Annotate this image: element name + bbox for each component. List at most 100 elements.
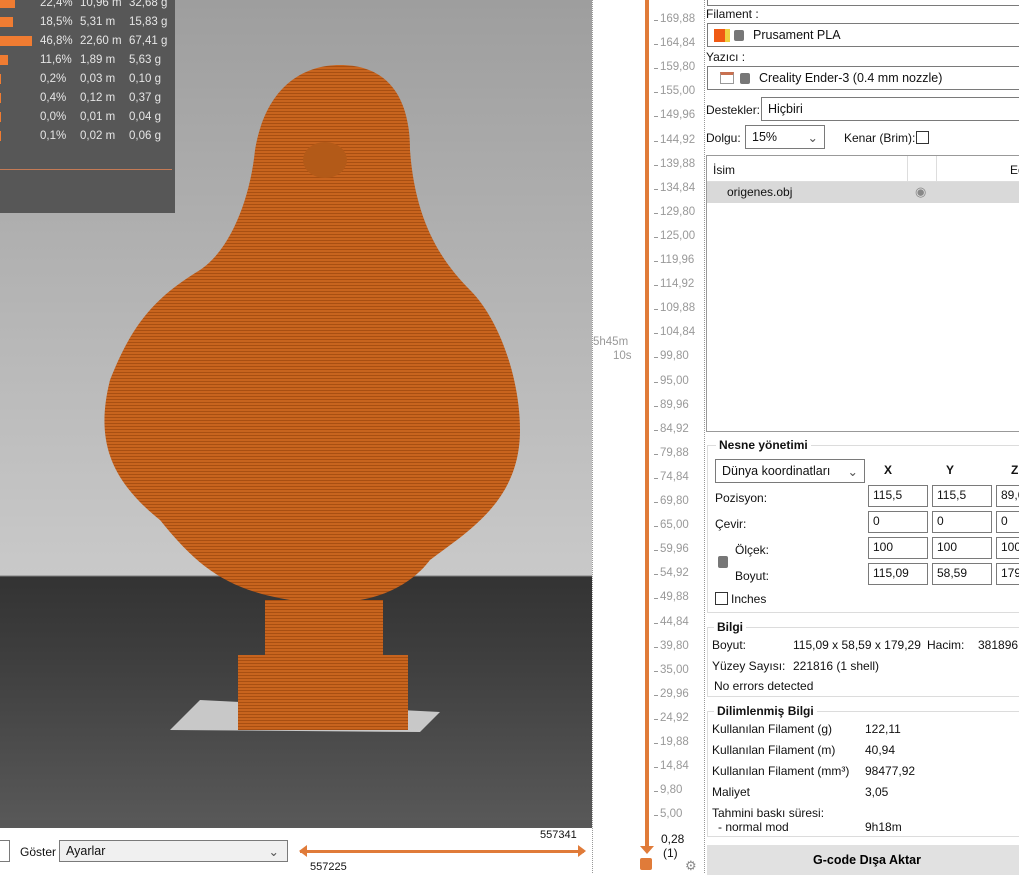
legend-bar	[0, 131, 1, 141]
legend-panel: 22,4% 10,96 m 32,68 g 18,5% 5,31 m 15,83 g 46,…	[0, 0, 175, 213]
sliced-label: Kullanılan Filament (m)	[712, 743, 836, 757]
scale-z-input[interactable]: 100	[996, 537, 1019, 559]
lock-icon[interactable]	[718, 556, 728, 568]
legend-percent: 18,5%	[40, 16, 73, 28]
layer-tick-label: 134,84	[653, 181, 696, 194]
chevron-down-icon: ⌄	[268, 844, 279, 859]
column-visibility[interactable]	[907, 156, 937, 182]
layer-tick-label: 74,84	[654, 470, 689, 483]
size-y-input[interactable]: 58,59	[932, 563, 992, 585]
lock-icon	[740, 72, 750, 84]
brim-label: Kenar (Brim):	[844, 131, 916, 145]
legend-weight: 15,83 g	[129, 16, 168, 28]
info-volume-label: Hacim:	[927, 638, 965, 652]
slider-left-handle[interactable]	[299, 845, 307, 857]
position-y-input[interactable]: 115,5	[932, 485, 992, 507]
infill-select[interactable]: 15% ⌄	[745, 125, 825, 149]
position-label: Pozisyon:	[715, 491, 768, 505]
inches-checkbox[interactable]	[715, 592, 728, 605]
coordinates-select[interactable]: Dünya koordinatları ⌄	[715, 459, 865, 483]
position-z-input[interactable]: 89,6	[996, 485, 1019, 507]
printer-icon	[720, 72, 734, 84]
layer-slider-handle[interactable]	[640, 846, 654, 854]
layer-tick-label: 35,00	[654, 663, 689, 676]
info-title: Bilgi	[714, 620, 746, 634]
normal-mode-label: - normal mod	[718, 820, 789, 834]
slider-right-handle[interactable]	[578, 845, 586, 857]
horizontal-slider[interactable]	[300, 850, 584, 853]
export-gcode-button[interactable]: G-code Dışa Aktar	[707, 845, 1019, 875]
legend-percent: 0,2%	[40, 73, 67, 85]
layer-slider-track[interactable]	[645, 0, 649, 848]
axis-x-label: X	[884, 463, 893, 477]
object-list[interactable]: İsim Ed origenes.obj ◉	[706, 155, 1019, 432]
layer-tick-label: 65,00	[654, 519, 689, 532]
layer-slider[interactable]: ⚙ 0,28 (1) 5h45m 10s 169,88 164,84 159,80 1…	[592, 0, 705, 873]
info-volume-value: 381896,0	[978, 638, 1019, 652]
layer-tick-label: 155,00	[653, 85, 696, 98]
size-z-input[interactable]: 179,	[996, 563, 1019, 585]
view-combo-edge[interactable]	[0, 840, 10, 862]
scale-x-input[interactable]: 100	[868, 537, 928, 559]
info-size-value: 115,09 x 58,59 x 179,29	[793, 638, 921, 652]
rotate-y-input[interactable]: 0	[932, 511, 992, 533]
legend-weight: 67,41 g	[129, 35, 168, 47]
filament-label: Filament :	[706, 7, 759, 21]
layer-tick-label: 39,80	[654, 639, 689, 652]
position-x-input[interactable]: 115,5	[868, 485, 928, 507]
time-estimate-bottom: 10s	[613, 350, 632, 362]
layer-tick-label: 159,80	[653, 61, 696, 74]
legend-bar	[0, 112, 1, 122]
axis-z-label: Z	[1011, 463, 1019, 477]
legend-length: 0,01 m	[80, 111, 116, 123]
show-select-value: Ayarlar	[66, 844, 106, 858]
layer-tick-label: 29,96	[654, 687, 689, 700]
brim-checkbox[interactable]	[916, 131, 929, 144]
info-facets-label: Yüzey Sayısı:	[712, 659, 786, 673]
legend-bar	[0, 0, 16, 8]
rotate-x-input[interactable]: 0	[868, 511, 928, 533]
layer-tick-label: 169,88	[653, 13, 696, 25]
legend-bar	[0, 93, 1, 103]
normal-mode-value: 9h18m	[865, 820, 902, 834]
3d-viewport[interactable]: 22,4% 10,96 m 32,68 g 18,5% 5,31 m 15,83 g 46,…	[0, 0, 592, 828]
legend-weight: 0,37 g	[129, 92, 161, 104]
legend-row: 22,4% 10,96 m 32,68 g	[0, 0, 175, 11]
layer-bottom-value: 0,28	[661, 832, 685, 846]
rotate-z-input[interactable]: 0	[996, 511, 1019, 533]
size-x-input[interactable]: 115,09	[868, 563, 928, 585]
sliced-label: Kullanılan Filament (mm³)	[712, 764, 850, 778]
lock-icon[interactable]	[640, 858, 652, 870]
print-settings-combo[interactable]	[707, 0, 1019, 6]
layer-tick-label: 44,84	[654, 615, 689, 628]
sliced-label: Maliyet	[712, 785, 751, 799]
legend-bar	[0, 74, 1, 84]
legend-bar	[0, 55, 8, 65]
legend-row: 0,4% 0,12 m 0,37 g	[0, 90, 175, 106]
legend-row: 0,1% 0,02 m 0,06 g	[0, 128, 175, 144]
supports-label: Destekler:	[706, 103, 761, 117]
legend-weight: 32,68 g	[129, 0, 168, 9]
cog-icon[interactable]: ⚙	[685, 858, 697, 874]
object-row[interactable]: origenes.obj ◉	[707, 182, 1019, 203]
printer-select[interactable]: Creality Ender-3 (0.4 mm nozzle)	[707, 66, 1019, 90]
rotate-label: Çevir:	[715, 517, 747, 531]
scale-y-input[interactable]: 100	[932, 537, 992, 559]
column-edit[interactable]: Ed	[1010, 163, 1019, 177]
supports-select[interactable]: Hiçbiri	[761, 97, 1019, 121]
legend-weight: 0,04 g	[129, 111, 161, 123]
layer-tick-label: 119,96	[653, 254, 695, 266]
filament-select[interactable]: Prusament PLA	[707, 23, 1019, 47]
right-sidebar: Filament : Prusament PLA Yazıcı : Creali…	[705, 0, 1019, 875]
coordinates-value: Dünya koordinatları	[722, 464, 831, 478]
layer-tick-label: 149,96	[653, 109, 696, 122]
scale-label: Ölçek:	[735, 543, 770, 557]
legend-percent: 46,8%	[40, 35, 73, 47]
column-name[interactable]: İsim	[713, 163, 735, 177]
show-select[interactable]: Ayarlar ⌄	[59, 840, 288, 862]
legend-length: 22,60 m	[80, 35, 122, 47]
eye-icon[interactable]: ◉	[915, 184, 926, 200]
slider-high-value: 557341	[540, 829, 577, 841]
layer-tick-label: 89,96	[654, 398, 689, 411]
legend-row: 11,6% 1,89 m 5,63 g	[0, 52, 175, 68]
